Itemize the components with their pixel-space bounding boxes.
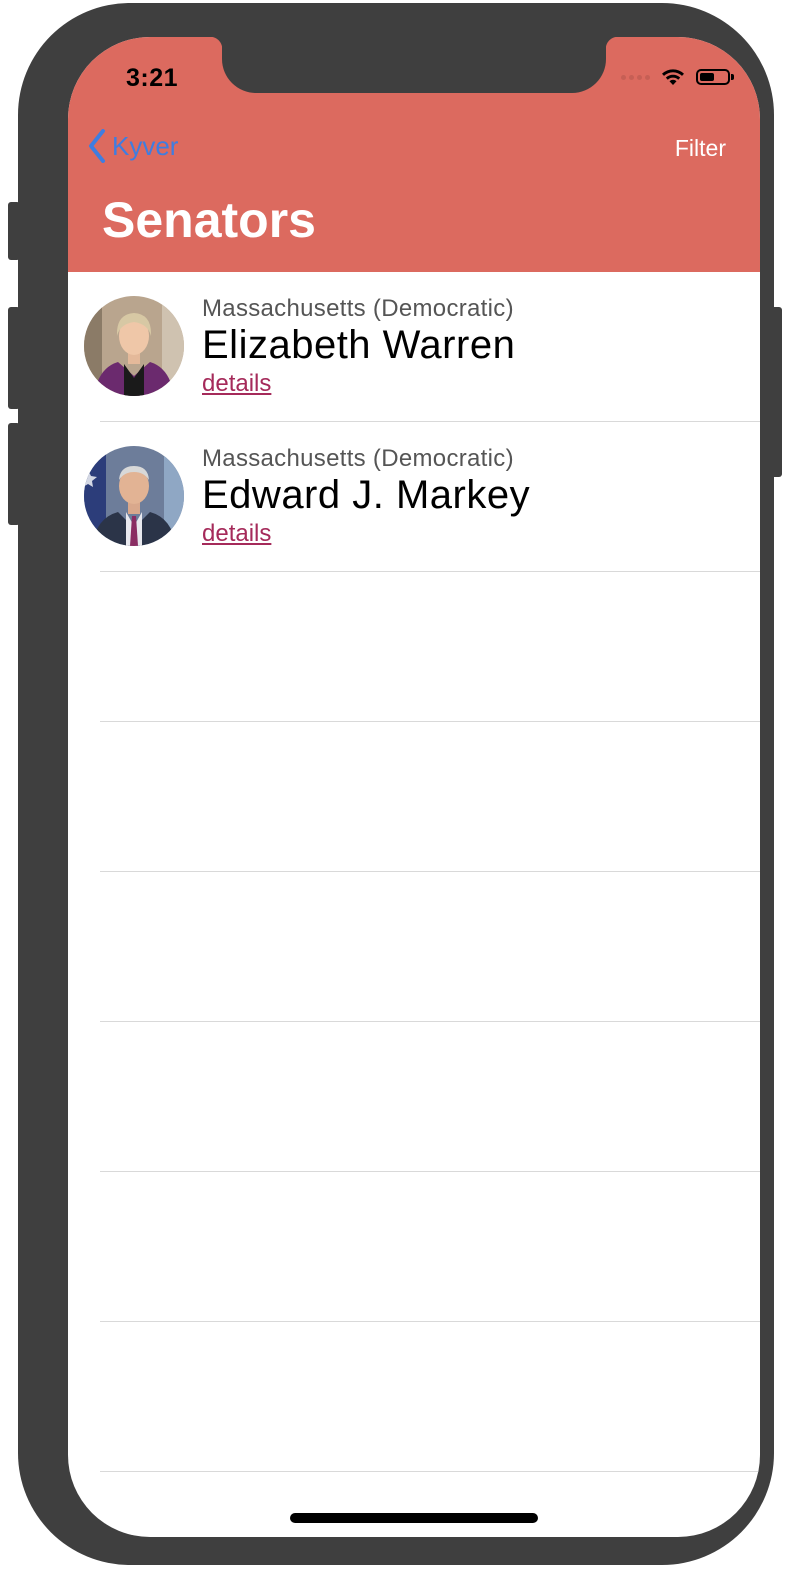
senator-list: Massachusetts (Democratic) Elizabeth War… (68, 272, 760, 1537)
cellular-signal-icon (621, 74, 650, 80)
empty-row (68, 1172, 760, 1322)
navigation-header: 3:21 Kyver Filter Senators (68, 37, 760, 272)
status-time: 3:21 (126, 64, 179, 92)
empty-row (68, 872, 760, 1022)
avatar (84, 296, 184, 396)
empty-row (68, 722, 760, 872)
state-party-label: Massachusetts (Democratic) (202, 445, 514, 472)
notch (210, 37, 618, 93)
avatar (84, 446, 184, 546)
empty-row (68, 1322, 760, 1472)
back-button[interactable]: Kyver (88, 129, 178, 163)
phone-frame: 3:21 Kyver Filter Senators Massachusetts… (18, 3, 774, 1565)
senator-name: Edward J. Markey (202, 473, 531, 517)
chevron-left-icon (89, 129, 105, 163)
screen: 3:21 Kyver Filter Senators Massachusetts… (68, 37, 760, 1537)
state-party-label: Massachusetts (Democratic) (202, 295, 514, 322)
battery-icon (696, 69, 734, 85)
list-item[interactable]: Massachusetts (Democratic) Edward J. Mar… (68, 422, 760, 572)
page-title: Senators (102, 192, 316, 248)
device-stage: 3:21 Kyver Filter Senators Massachusetts… (0, 0, 798, 1582)
empty-row (68, 572, 760, 722)
back-button-label: Kyver (112, 130, 179, 161)
empty-row (68, 1472, 760, 1537)
filter-button[interactable]: Filter (675, 135, 726, 162)
home-indicator[interactable] (290, 1513, 538, 1523)
wifi-icon (660, 67, 686, 87)
status-icons (621, 67, 734, 87)
empty-row (68, 1022, 760, 1172)
details-link[interactable]: details (202, 520, 271, 548)
list-item[interactable]: Massachusetts (Democratic) Elizabeth War… (68, 272, 760, 422)
senator-name: Elizabeth Warren (202, 323, 516, 367)
details-link[interactable]: details (202, 370, 271, 398)
